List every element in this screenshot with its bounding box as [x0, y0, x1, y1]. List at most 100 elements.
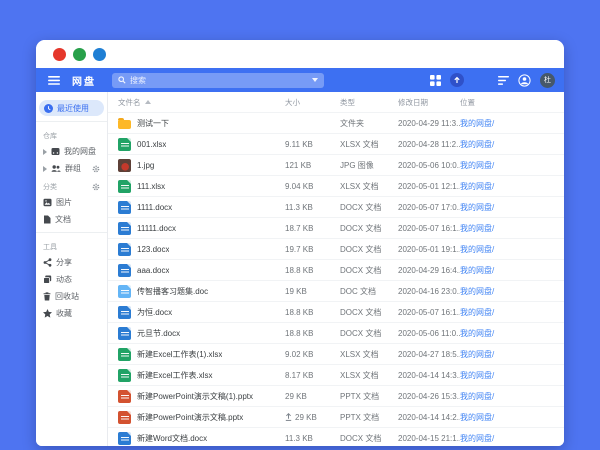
location-link[interactable]: 我的网盘/ — [460, 287, 494, 296]
search-icon — [118, 76, 126, 84]
location-link[interactable]: 我的网盘/ — [460, 140, 494, 149]
file-size: 8.17 KB — [285, 370, 314, 380]
location-link[interactable]: 我的网盘/ — [460, 350, 494, 359]
clock-icon — [44, 103, 53, 113]
minimize-window-button[interactable] — [73, 47, 86, 61]
sidebar-section-storage: 仓库 — [43, 133, 57, 140]
file-modified-date: 2020-04-29 16:4... — [398, 265, 460, 275]
table-row[interactable]: 11111.docx 18.7 KB DOCX 文档 2020-05-07 16… — [108, 217, 564, 238]
layers-icon — [43, 275, 52, 284]
file-name: 111.xlsx — [137, 181, 166, 191]
close-window-button[interactable] — [53, 47, 66, 61]
location-link[interactable]: 我的网盘/ — [460, 329, 494, 338]
sidebar-item-recent[interactable]: 最近使用 — [39, 100, 104, 116]
table-row[interactable]: 1.jpg 121 KB JPG 图像 2020-05-06 10:0... 我… — [108, 154, 564, 175]
sidebar-item-activity[interactable]: 动态 — [36, 271, 107, 288]
location-link[interactable]: 我的网盘/ — [460, 203, 494, 212]
file-modified-date: 2020-04-14 14:3... — [398, 370, 460, 380]
expand-caret-icon[interactable] — [43, 165, 47, 172]
column-header-type[interactable]: 类型 — [340, 97, 398, 108]
group-icon — [51, 164, 61, 173]
sidebar: 最近使用 仓库 我的网盘 群组 分类 图片 文档 工具 分享 动态 回收站 收藏 — [36, 92, 108, 446]
file-type-icon — [118, 263, 131, 277]
file-size: 9.11 KB — [285, 139, 313, 149]
location-link[interactable]: 我的网盘/ — [460, 413, 494, 422]
file-type-icon — [118, 242, 131, 256]
hamburger-menu-icon[interactable] — [47, 75, 61, 85]
table-row[interactable]: 111.xlsx 9.04 KB XLSX 文档 2020-05-01 12:1… — [108, 175, 564, 196]
location-link[interactable]: 我的网盘/ — [460, 434, 494, 443]
upload-button[interactable] — [450, 73, 464, 87]
sidebar-item-documents[interactable]: 文档 — [36, 211, 107, 228]
table-row[interactable]: 为恒.docx 18.8 KB DOCX 文档 2020-05-07 16:1.… — [108, 301, 564, 322]
location-link[interactable]: 我的网盘/ — [460, 182, 494, 191]
location-link[interactable]: 我的网盘/ — [460, 392, 494, 401]
sort-caret-icon[interactable] — [144, 100, 151, 104]
table-row[interactable]: 123.docx 19.7 KB DOCX 文档 2020-05-01 19:1… — [108, 238, 564, 259]
gear-icon[interactable] — [92, 183, 100, 191]
sidebar-item-images[interactable]: 图片 — [36, 194, 107, 211]
search-filter-caret-icon[interactable] — [312, 78, 318, 82]
table-row[interactable]: 元旦节.docx 18.8 KB DOCX 文档 2020-05-06 11:0… — [108, 322, 564, 343]
table-row[interactable]: 新建Excel工作表(1).xlsx 9.02 KB XLSX 文档 2020-… — [108, 343, 564, 364]
location-link[interactable]: 我的网盘/ — [460, 161, 494, 170]
location-link[interactable]: 我的网盘/ — [460, 224, 494, 233]
file-type: DOCX 文档 — [340, 307, 382, 317]
file-type-icon — [118, 179, 131, 193]
table-row[interactable]: 测试一下 文件夹 2020-04-29 11:3... 我的网盘/ — [108, 112, 564, 133]
location-link[interactable]: 我的网盘/ — [460, 371, 494, 380]
table-row[interactable]: 新建PowerPoint演示文稿(1).pptx 29 KB PPTX 文档 2… — [108, 385, 564, 406]
divider — [36, 232, 107, 233]
file-type-icon — [118, 137, 131, 151]
column-header-size[interactable]: 大小 — [285, 97, 340, 108]
file-size: 18.8 KB — [285, 307, 314, 317]
file-modified-date: 2020-05-06 11:0... — [398, 328, 460, 338]
table-row[interactable]: 传智播客习题集.doc 19 KB DOC 文档 2020-04-16 23:0… — [108, 280, 564, 301]
sidebar-item-share[interactable]: 分享 — [36, 254, 107, 271]
location-link[interactable]: 我的网盘/ — [460, 245, 494, 254]
gear-icon[interactable] — [92, 165, 100, 173]
file-size: 18.7 KB — [285, 223, 314, 233]
sidebar-item-groups[interactable]: 群组 — [36, 160, 107, 177]
sidebar-item-favorites[interactable]: 收藏 — [36, 305, 107, 322]
maximize-window-button[interactable] — [93, 47, 106, 61]
table-row[interactable]: 001.xlsx 9.11 KB XLSX 文档 2020-04-28 11:2… — [108, 133, 564, 154]
table-row[interactable]: 新建Word文档.docx 11.3 KB DOCX 文档 2020-04-15… — [108, 427, 564, 446]
location-link[interactable]: 我的网盘/ — [460, 308, 494, 317]
table-row[interactable]: aaa.docx 18.8 KB DOCX 文档 2020-04-29 16:4… — [108, 259, 564, 280]
file-type: 文件夹 — [340, 118, 364, 128]
file-size: 11.3 KB — [285, 433, 313, 443]
table-body: 测试一下 文件夹 2020-04-29 11:3... 我的网盘/ 001.xl… — [108, 112, 564, 446]
app-title: 网盘 — [72, 76, 96, 88]
file-size: 11.3 KB — [285, 202, 313, 212]
column-header-date[interactable]: 修改日期 — [398, 97, 460, 108]
file-modified-date: 2020-04-14 14:2... — [398, 412, 460, 422]
file-name: 新建PowerPoint演示文稿.pptx — [137, 412, 244, 422]
column-header-location[interactable]: 位置 — [460, 97, 564, 108]
file-size: 19.7 KB — [285, 244, 314, 254]
table-row[interactable]: 新建Excel工作表.xlsx 8.17 KB XLSX 文档 2020-04-… — [108, 364, 564, 385]
file-type: XLSX 文档 — [340, 139, 379, 149]
star-icon — [43, 309, 52, 318]
upload-indicator-icon — [285, 413, 292, 421]
file-modified-date: 2020-05-01 19:1... — [398, 244, 460, 254]
apps-grid-icon[interactable] — [430, 74, 441, 86]
file-name: 11111.docx — [137, 223, 176, 233]
column-header-name[interactable]: 文件名 — [108, 97, 285, 108]
file-type: DOCX 文档 — [340, 433, 382, 443]
file-modified-date: 2020-04-27 18:5... — [398, 349, 460, 359]
file-type-icon — [118, 389, 131, 403]
sort-list-icon[interactable] — [498, 75, 509, 85]
search-box[interactable] — [112, 72, 324, 88]
sidebar-item-trash[interactable]: 回收站 — [36, 288, 107, 305]
location-link[interactable]: 我的网盘/ — [460, 119, 494, 128]
avatar[interactable]: 杜 — [540, 72, 555, 88]
account-icon[interactable] — [518, 73, 531, 87]
location-link[interactable]: 我的网盘/ — [460, 266, 494, 275]
table-row[interactable]: 1111.docx 11.3 KB DOCX 文档 2020-05-07 17:… — [108, 196, 564, 217]
table-header: 文件名 大小 类型 修改日期 位置 — [108, 92, 564, 112]
table-row[interactable]: 新建PowerPoint演示文稿.pptx 29 KB PPTX 文档 2020… — [108, 406, 564, 427]
expand-caret-icon[interactable] — [43, 148, 47, 155]
search-input[interactable] — [130, 72, 308, 88]
sidebar-item-my-drive[interactable]: 我的网盘 — [36, 143, 107, 160]
